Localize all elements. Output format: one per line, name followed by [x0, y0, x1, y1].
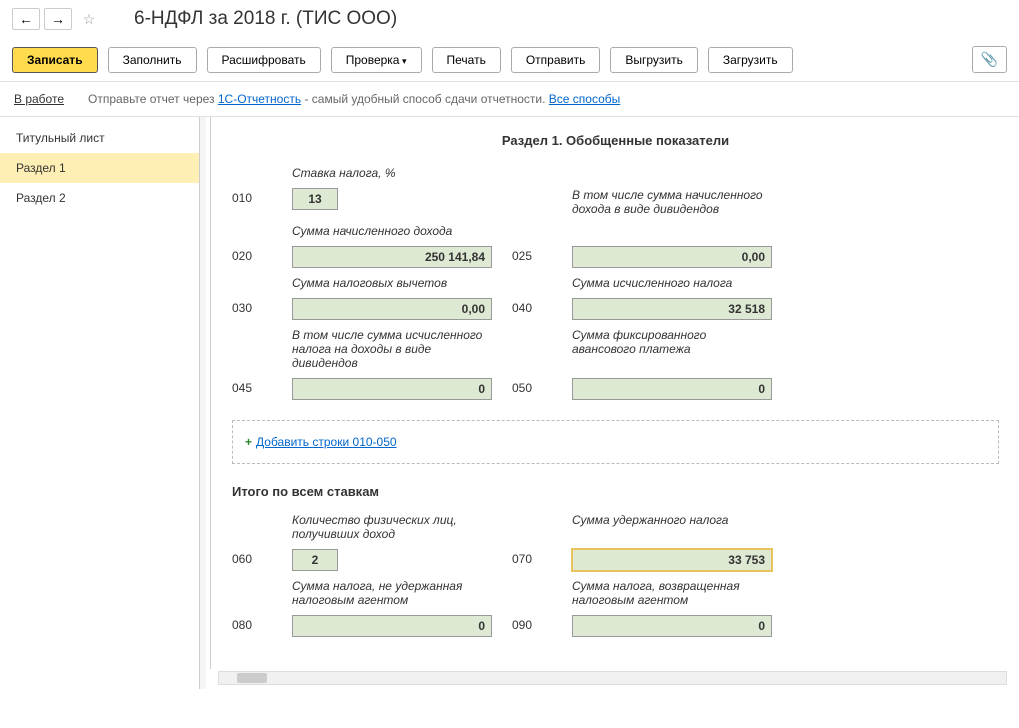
code-070: 070	[512, 549, 552, 566]
code-060: 060	[232, 549, 272, 566]
field-080[interactable]: 0	[292, 615, 492, 637]
attach-button[interactable]: 📎	[972, 46, 1007, 73]
section-title: Раздел 1. Обобщенные показатели	[222, 133, 1009, 148]
field-025[interactable]: 0,00	[572, 246, 772, 268]
plus-icon: +	[245, 435, 252, 449]
field-060[interactable]: 2	[292, 549, 338, 571]
field-070[interactable]: 33 753	[572, 549, 772, 571]
save-button[interactable]: Записать	[12, 47, 98, 73]
import-button[interactable]: Загрузить	[708, 47, 793, 73]
field-090[interactable]: 0	[572, 615, 772, 637]
sidebar-item-section2[interactable]: Раздел 2	[0, 183, 199, 213]
sidebar: Титульный лист Раздел 1 Раздел 2	[0, 117, 200, 689]
field-045[interactable]: 0	[292, 378, 492, 400]
export-button[interactable]: Выгрузить	[610, 47, 698, 73]
code-025: 025	[512, 246, 552, 263]
sidebar-item-title-page[interactable]: Титульный лист	[0, 123, 199, 153]
label-deductions: Сумма налоговых вычетов	[292, 276, 492, 290]
label-persons: Количество физических лиц, получивших до…	[292, 513, 492, 541]
code-030: 030	[232, 298, 272, 315]
all-methods-link[interactable]: Все способы	[549, 92, 621, 106]
add-rows-block: + Добавить строки 010-050	[232, 420, 999, 464]
label-notwithheld: Сумма налога, не удержанная налоговым аг…	[292, 579, 492, 607]
send-button[interactable]: Отправить	[511, 47, 601, 73]
code-050: 050	[512, 378, 552, 395]
print-button[interactable]: Печать	[432, 47, 501, 73]
star-icon[interactable]: ☆	[78, 8, 100, 30]
check-button[interactable]: Проверка	[331, 47, 422, 73]
field-010[interactable]: 13	[292, 188, 338, 210]
fill-button[interactable]: Заполнить	[108, 47, 197, 73]
field-050[interactable]: 0	[572, 378, 772, 400]
content-area: Раздел 1. Обобщенные показатели Ставка н…	[200, 117, 1019, 689]
scrollbar-thumb[interactable]	[237, 673, 267, 683]
info-text: Отправьте отчет через 1С-Отчетность - са…	[88, 92, 620, 106]
status-link[interactable]: В работе	[14, 92, 64, 106]
field-040[interactable]: 32 518	[572, 298, 772, 320]
label-returned: Сумма налога, возвращенная налоговым аге…	[572, 579, 772, 607]
horizontal-scrollbar[interactable]	[218, 671, 1007, 685]
code-090: 090	[512, 615, 552, 632]
label-taxdiv: В том числе сумма исчисленного налога на…	[292, 328, 492, 370]
code-045: 045	[232, 378, 272, 395]
add-rows-link[interactable]: Добавить строки 010-050	[256, 435, 397, 449]
back-button[interactable]: ←	[12, 8, 40, 30]
label-income: Сумма начисленного дохода	[292, 224, 492, 238]
label-taxcalc: Сумма исчисленного налога	[572, 276, 772, 290]
totals-title: Итого по всем ставкам	[232, 484, 1009, 499]
code-080: 080	[232, 615, 272, 632]
label-fixed: Сумма фиксированного авансового платежа	[572, 328, 772, 356]
label-rate: Ставка налога, %	[292, 166, 492, 180]
field-020[interactable]: 250 141,84	[292, 246, 492, 268]
page-title: 6-НДФЛ за 2018 г. (ТИС ООО)	[134, 8, 397, 30]
code-040: 040	[512, 298, 552, 315]
code-010: 010	[232, 188, 272, 205]
label-withheld: Сумма удержанного налога	[572, 513, 772, 527]
decode-button[interactable]: Расшифровать	[207, 47, 321, 73]
sidebar-item-section1[interactable]: Раздел 1	[0, 153, 199, 183]
label-dividends: В том числе сумма начисленного дохода в …	[572, 188, 772, 216]
code-020: 020	[232, 246, 272, 263]
forward-button[interactable]: →	[44, 8, 72, 30]
reporting-link[interactable]: 1С-Отчетность	[218, 92, 301, 106]
field-030[interactable]: 0,00	[292, 298, 492, 320]
